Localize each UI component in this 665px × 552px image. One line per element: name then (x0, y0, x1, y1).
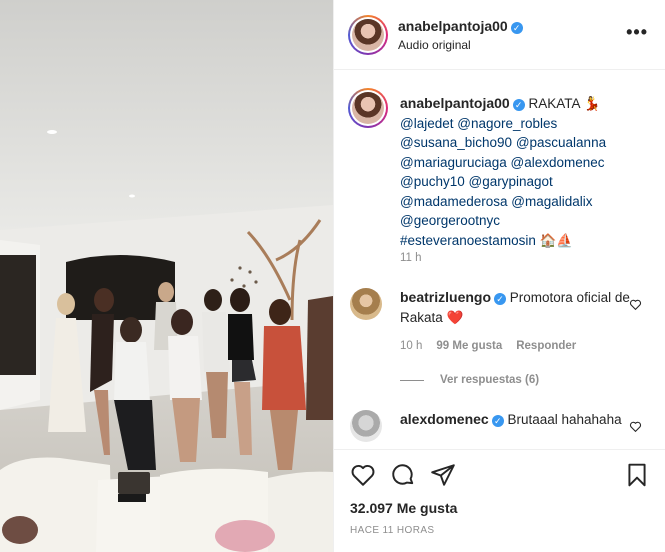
replies-divider (400, 379, 424, 381)
post-timestamp[interactable]: HACE 11 HORAS (350, 525, 434, 536)
commenter-username[interactable]: alexdomenec (400, 411, 489, 427)
mention-link[interactable]: @mariaguruciaga (400, 155, 507, 170)
comment-text: beatrizluengo ✓ Promotora oficial de Raka… (400, 288, 630, 327)
caption-username[interactable]: anabelpantoja00 (400, 95, 510, 111)
post-actions: 32.097 Me gusta HACE 11 HORAS (334, 449, 665, 552)
author-name-row: anabelpantoja00 ✓ (398, 18, 523, 34)
view-replies-label: Ver respuestas (6) (440, 374, 540, 386)
mention-link[interactable]: @alexdomenec (511, 155, 605, 170)
heart-icon[interactable] (350, 462, 376, 488)
comment-icon[interactable] (390, 462, 416, 488)
verified-icon: ✓ (494, 293, 507, 305)
mention-link[interactable]: @lajedet (400, 116, 454, 131)
mention-link[interactable]: @pascualanna (516, 135, 606, 150)
mention-link[interactable]: @garypinagot (469, 174, 553, 189)
like-count[interactable]: 32.097 Me gusta (350, 500, 457, 516)
post-photo[interactable] (0, 0, 333, 552)
author-avatar[interactable] (348, 15, 388, 55)
red-heart-emoji-icon: ❤️ (446, 309, 464, 325)
commenter-avatar[interactable] (350, 410, 382, 442)
mention-link[interactable]: @madamederosa (400, 194, 508, 209)
mention-link[interactable]: @magalidalix (511, 194, 592, 209)
house-boat-emoji-icon: 🏠⛵ (539, 232, 574, 248)
verified-icon: ✓ (510, 22, 523, 34)
post-header: anabelpantoja00 ✓ Audio original ••• (334, 0, 665, 70)
commenter-username[interactable]: beatrizluengo (400, 289, 491, 305)
comment-like-heart-icon[interactable] (629, 298, 642, 311)
comment-likes[interactable]: 99 Me gusta (436, 340, 502, 352)
share-icon[interactable] (430, 462, 456, 488)
author-username[interactable]: anabelpantoja00 (398, 18, 508, 34)
audio-label[interactable]: Audio original (398, 38, 471, 52)
post-sidebar: anabelpantoja00 ✓ Audio original ••• anab… (333, 0, 665, 552)
instagram-post: anabelpantoja00 ✓ Audio original ••• anab… (0, 0, 665, 552)
comment-meta: 10 h 99 Me gusta Responder (400, 340, 590, 352)
mention-link[interactable]: @puchy10 (400, 174, 465, 189)
comment-body: Brutaaal hahahaha (507, 412, 622, 427)
bookmark-icon[interactable] (624, 462, 650, 488)
mention-link[interactable]: @georgerootnyc (400, 213, 500, 228)
reply-button[interactable]: Responder (516, 340, 576, 352)
dancer-emoji-icon: 💃 (583, 96, 601, 111)
verified-icon: ✓ (512, 99, 525, 111)
caption-text: anabelpantoja00 ✓ RAKATA 💃 @lajedet @nago… (400, 94, 650, 250)
caption-author-avatar[interactable] (348, 88, 388, 128)
mention-link[interactable]: @susana_bicho90 (400, 135, 512, 150)
comment-like-heart-icon[interactable] (629, 420, 642, 433)
hashtag-link[interactable]: #esteveranoestamosin (400, 233, 536, 248)
comment-time[interactable]: 10 h (400, 340, 422, 352)
mention-link[interactable]: @nagore_robles (457, 116, 557, 131)
caption-title: RAKATA (528, 96, 580, 111)
more-options-icon[interactable]: ••• (626, 22, 648, 43)
verified-icon: ✓ (491, 415, 504, 427)
comment-text: alexdomenec ✓ Brutaaal hahahaha (400, 410, 630, 430)
party-dancing-photo (0, 0, 333, 552)
view-replies-button[interactable]: Ver respuestas (6) (400, 374, 539, 386)
caption-time[interactable]: 11 h (400, 252, 422, 264)
commenter-avatar[interactable] (350, 288, 382, 320)
